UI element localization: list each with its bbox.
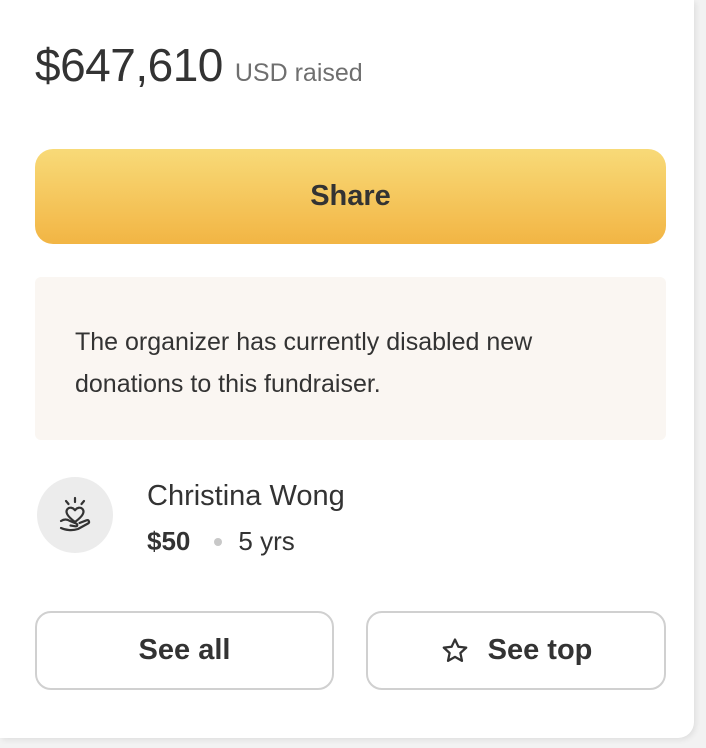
share-button[interactable]: Share — [35, 149, 666, 244]
separator-dot — [214, 537, 223, 546]
see-all-button[interactable]: See all — [35, 611, 334, 690]
amount-raised: $647,610 USD raised — [35, 38, 363, 92]
donation-meta: $50 5 yrs — [147, 526, 295, 557]
donations-disabled-notice: The organizer has currently disabled new… — [35, 277, 666, 440]
heart-hand-icon — [59, 496, 91, 532]
donor-avatar — [37, 477, 113, 553]
recent-donation: Christina Wong $50 5 yrs — [35, 474, 666, 564]
share-button-label: Share — [310, 180, 391, 212]
amount-raised-label: USD raised — [234, 59, 363, 87]
star-icon — [440, 636, 470, 666]
see-all-label: See all — [138, 634, 231, 666]
donation-amount: $50 — [147, 526, 191, 556]
donation-time: 5 yrs — [238, 526, 295, 556]
amount-raised-value: $647,610 — [35, 39, 223, 91]
see-top-button[interactable]: See top — [366, 611, 666, 690]
donation-card: $647,610 USD raised Share The organizer … — [0, 0, 694, 738]
donor-name: Christina Wong — [147, 480, 345, 512]
notice-text: The organizer has currently disabled new… — [75, 328, 533, 398]
see-top-label: See top — [487, 634, 593, 666]
